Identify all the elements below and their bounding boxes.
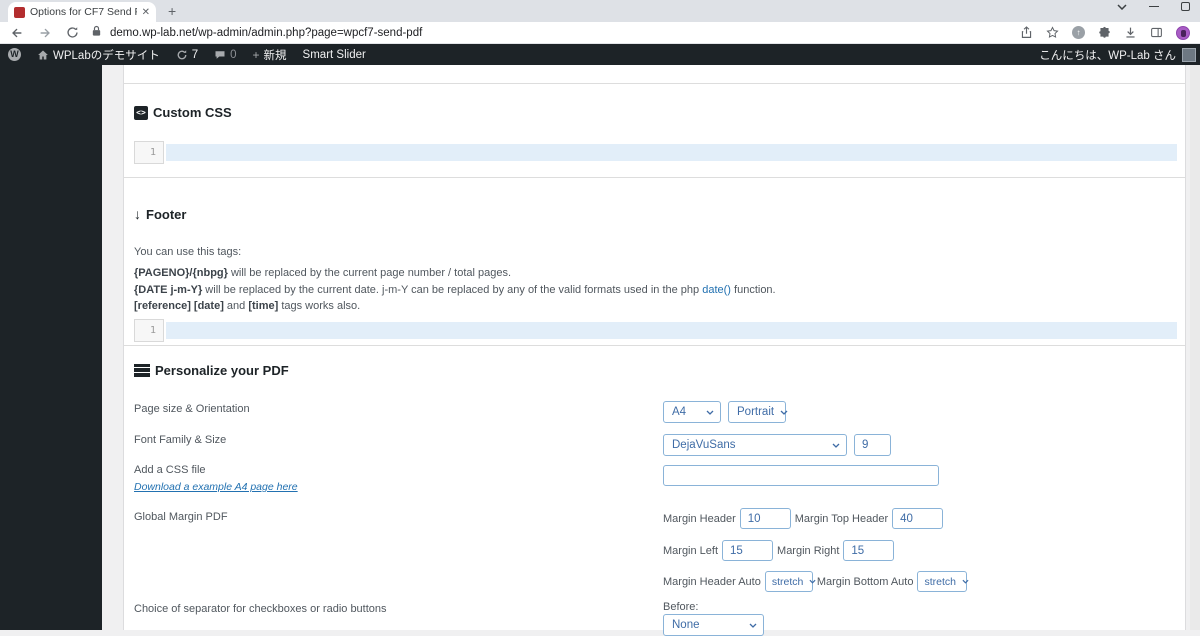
footer-tag-line-3: [reference] [date] and [time] tags works…	[134, 300, 361, 312]
custom-css-heading: <> Custom CSS	[134, 105, 232, 120]
comments-menu[interactable]: 0	[206, 44, 244, 65]
section-divider	[124, 177, 1185, 178]
browser-tab[interactable]: Options for CF7 Send PDF ‹ WPL… ✕	[8, 2, 156, 22]
margin-top-header-label: Margin Top Header	[794, 512, 889, 525]
before-label: Before:	[663, 601, 699, 613]
footer-tag-line-2: {DATE j-m-Y} will be replaced by the cur…	[134, 284, 776, 296]
wp-admin-bar: W WPLabのデモサイト 7 0 + 新規 Smart Slider こんにち…	[0, 44, 1200, 65]
margin-header-auto-label: Margin Header Auto	[663, 575, 761, 588]
margin-right-label: Margin Right	[777, 544, 840, 557]
bookmark-star-icon[interactable]	[1046, 26, 1059, 39]
margin-header-label: Margin Header	[663, 512, 736, 525]
editor-line-number: 1	[134, 319, 164, 342]
chevron-down-icon	[749, 623, 757, 628]
wp-logo-menu[interactable]: W	[0, 44, 29, 65]
custom-css-title: Custom CSS	[153, 105, 232, 120]
global-margin-label: Global Margin PDF	[134, 511, 228, 523]
separator-label: Choice of separator for checkboxes or ra…	[134, 603, 387, 615]
new-content-menu[interactable]: + 新規	[245, 44, 295, 65]
reload-icon[interactable]	[66, 26, 79, 39]
personalize-title: Personalize your PDF	[155, 363, 289, 378]
margin-left-label: Margin Left	[663, 544, 719, 557]
footer-title: Footer	[146, 206, 187, 222]
tab-favicon	[14, 6, 25, 18]
chevron-down-icon	[706, 410, 714, 415]
downloads-icon[interactable]	[1124, 26, 1137, 39]
tab-title: Options for CF7 Send PDF ‹ WPL…	[30, 6, 137, 18]
margin-right-input[interactable]	[843, 540, 895, 561]
page-scrollbar[interactable]	[1190, 65, 1200, 630]
comments-count: 0	[230, 48, 237, 61]
updates-menu[interactable]: 7	[168, 44, 206, 65]
footer-editor[interactable]: 1	[134, 319, 1179, 342]
chevron-down-icon	[832, 443, 840, 448]
updates-count: 7	[191, 48, 199, 61]
settings-panel: <> Custom CSS 1 ↓ Footer You can use thi…	[123, 65, 1186, 636]
back-icon[interactable]	[10, 26, 24, 40]
margin-bottom-auto-label: Margin Bottom Auto	[816, 575, 914, 588]
footer-intro: You can use this tags:	[134, 246, 242, 258]
window-minimize-button[interactable]	[1149, 6, 1159, 7]
browser-toolbar: demo.wp-lab.net/wp-admin/admin.php?page=…	[0, 22, 1200, 44]
css-file-input[interactable]	[663, 465, 939, 486]
updates-icon	[176, 49, 188, 61]
font-family-select[interactable]: DejaVuSans	[663, 434, 847, 456]
download-example-link[interactable]: Download a example A4 page here	[134, 481, 298, 493]
new-tab-button[interactable]: +	[168, 3, 176, 19]
editor-active-line[interactable]	[166, 322, 1177, 339]
tab-search-chevron-icon[interactable]	[1117, 3, 1127, 10]
forward-icon[interactable]	[38, 26, 52, 40]
wp-admin-sidebar	[0, 65, 102, 630]
user-avatar	[1182, 47, 1196, 62]
margin-left-input[interactable]	[722, 540, 774, 561]
wordpress-logo-icon: W	[8, 48, 21, 61]
chevron-down-icon	[962, 579, 969, 584]
url-text: demo.wp-lab.net/wp-admin/admin.php?page=…	[110, 26, 423, 39]
profile-avatar[interactable]	[1176, 25, 1190, 40]
smart-slider-label: Smart Slider	[302, 48, 366, 61]
howdy-greeting[interactable]: こんにちは、WP-Lab さん	[1039, 47, 1176, 63]
personalize-heading: Personalize your PDF	[134, 363, 289, 378]
orientation-select[interactable]: Portrait	[728, 401, 788, 423]
side-panel-icon[interactable]	[1150, 26, 1163, 39]
font-size-input[interactable]	[854, 434, 891, 456]
address-bar[interactable]: demo.wp-lab.net/wp-admin/admin.php?page=…	[91, 24, 1020, 42]
chevron-down-icon	[809, 579, 816, 584]
editor-active-line[interactable]	[166, 144, 1177, 161]
margin-header-input[interactable]	[739, 508, 791, 529]
margin-bottom-auto-select[interactable]: stretch	[917, 571, 969, 592]
down-arrow-icon: ↓	[134, 206, 141, 222]
smart-slider-menu[interactable]: Smart Slider	[295, 44, 374, 65]
chevron-down-icon	[780, 410, 788, 415]
margin-header-auto-select[interactable]: stretch	[764, 571, 816, 592]
plus-icon: +	[252, 47, 260, 62]
tab-close-icon[interactable]: ✕	[142, 7, 150, 18]
new-label: 新規	[263, 49, 287, 62]
font-label: Font Family & Size	[134, 434, 227, 446]
footer-tag-line-1: {PAGENO}/{nbpg} will be replaced by the …	[134, 267, 512, 279]
margin-top-header-input[interactable]	[892, 508, 944, 529]
comments-icon	[214, 49, 226, 61]
share-icon[interactable]	[1020, 26, 1033, 39]
extensions-puzzle-icon[interactable]	[1098, 26, 1111, 39]
window-maximize-button[interactable]	[1181, 2, 1190, 11]
php-date-link[interactable]: date()	[702, 284, 731, 296]
page-size-select[interactable]: A4	[663, 401, 721, 423]
footer-heading: ↓ Footer	[134, 206, 186, 222]
code-icon: <>	[134, 105, 148, 120]
lock-icon	[91, 24, 102, 42]
update-circle-icon[interactable]: ↑	[1072, 26, 1085, 39]
before-separator-select[interactable]: None	[663, 614, 764, 636]
css-file-label: Add a CSS file	[134, 464, 206, 476]
custom-css-editor[interactable]: 1	[134, 141, 1179, 164]
home-icon	[37, 49, 49, 61]
section-divider	[124, 83, 1185, 84]
site-name: WPLabのデモサイト	[53, 49, 160, 62]
section-divider	[124, 345, 1185, 346]
page-size-label: Page size & Orientation	[134, 403, 250, 415]
editor-line-number: 1	[134, 141, 164, 164]
browser-tab-strip: Options for CF7 Send PDF ‹ WPL… ✕ +	[0, 0, 1200, 22]
site-name-menu[interactable]: WPLabのデモサイト	[29, 44, 168, 65]
table-icon	[134, 364, 150, 377]
